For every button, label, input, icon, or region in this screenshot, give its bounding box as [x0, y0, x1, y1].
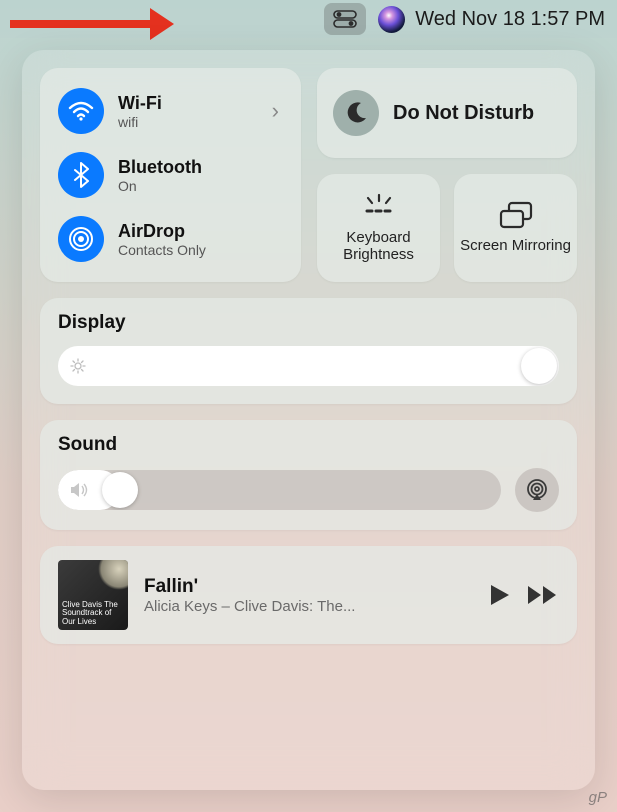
sound-slider-thumb[interactable]: [102, 472, 138, 508]
keyboard-brightness-icon: [359, 193, 399, 221]
now-playing-card[interactable]: Clive Davis The Soundtrack of Our Lives …: [40, 546, 577, 644]
moon-icon: [333, 90, 379, 136]
airdrop-title: AirDrop: [118, 221, 206, 242]
watermark: gP: [589, 789, 607, 806]
airdrop-icon: [58, 216, 104, 262]
album-art-text: Clive Davis The Soundtrack of Our Lives: [62, 601, 124, 626]
volume-icon: [70, 482, 90, 498]
bluetooth-icon: [58, 152, 104, 198]
bluetooth-item[interactable]: Bluetooth On: [50, 144, 291, 206]
sound-title: Sound: [58, 434, 559, 456]
now-playing-info: Fallin' Alicia Keys – Clive Davis: The..…: [144, 576, 473, 615]
display-title: Display: [58, 312, 559, 334]
connectivity-card: Wi-Fi wifi › Bluetooth On AirD: [40, 68, 301, 282]
menubar-datetime[interactable]: Wed Nov 18 1:57 PM: [415, 8, 605, 31]
album-art: Clive Davis The Soundtrack of Our Lives: [58, 560, 128, 630]
siri-icon[interactable]: [378, 6, 405, 33]
keyboard-brightness-label: Keyboard Brightness: [321, 229, 436, 264]
control-center-panel: Wi-Fi wifi › Bluetooth On AirD: [22, 50, 595, 790]
brightness-icon: [70, 358, 86, 374]
display-slider-thumb[interactable]: [521, 348, 557, 384]
right-column: Do Not Disturb Keyboard Brightness Scree…: [317, 68, 577, 282]
chevron-right-icon[interactable]: ›: [272, 98, 283, 124]
airplay-icon: [525, 478, 549, 502]
screen-mirroring-label: Screen Mirroring: [460, 237, 571, 254]
screen-mirroring-icon: [498, 201, 534, 229]
play-button[interactable]: [489, 583, 511, 607]
control-center-icon: [333, 10, 357, 28]
track-title: Fallin': [144, 576, 473, 598]
wifi-item[interactable]: Wi-Fi wifi ›: [50, 80, 291, 142]
display-card: Display: [40, 298, 577, 404]
wifi-subtitle: wifi: [118, 114, 162, 130]
annotation-arrow: [10, 8, 174, 40]
top-row: Wi-Fi wifi › Bluetooth On AirD: [40, 68, 577, 282]
keyboard-brightness-card[interactable]: Keyboard Brightness: [317, 174, 440, 282]
bluetooth-title: Bluetooth: [118, 157, 202, 178]
dnd-title: Do Not Disturb: [393, 102, 534, 125]
sound-card: Sound: [40, 420, 577, 530]
airplay-audio-button[interactable]: [515, 468, 559, 512]
control-center-button[interactable]: [324, 3, 366, 35]
airdrop-item[interactable]: AirDrop Contacts Only: [50, 208, 291, 270]
wifi-title: Wi-Fi: [118, 93, 162, 114]
wifi-icon: [58, 88, 104, 134]
menubar: Wed Nov 18 1:57 PM: [0, 0, 617, 38]
sound-slider[interactable]: [58, 470, 501, 510]
screen-mirroring-card[interactable]: Screen Mirroring: [454, 174, 577, 282]
bluetooth-subtitle: On: [118, 178, 202, 194]
display-slider[interactable]: [58, 346, 559, 386]
track-artist: Alicia Keys – Clive Davis: The...: [144, 598, 473, 615]
do-not-disturb-card[interactable]: Do Not Disturb: [317, 68, 577, 158]
airdrop-subtitle: Contacts Only: [118, 242, 206, 258]
next-button[interactable]: [527, 585, 559, 605]
